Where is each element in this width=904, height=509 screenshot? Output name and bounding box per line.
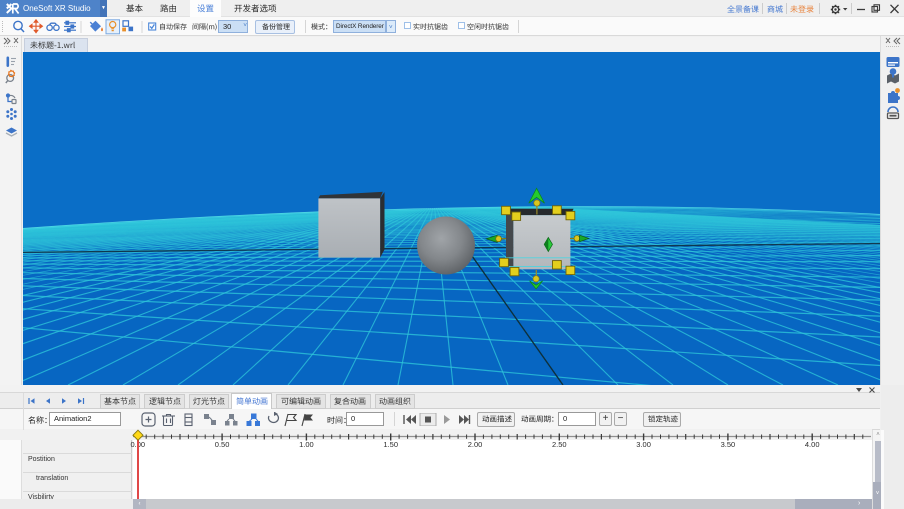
svg-text:3.50: 3.50 (721, 440, 736, 449)
svg-text:0.50: 0.50 (215, 440, 230, 449)
svg-text:3.00: 3.00 (636, 440, 651, 449)
svg-text:4.00: 4.00 (805, 440, 820, 449)
svg-text:2.00: 2.00 (468, 440, 483, 449)
svg-text:2.50: 2.50 (552, 440, 567, 449)
svg-text:1.50: 1.50 (383, 440, 398, 449)
svg-text:1.00: 1.00 (299, 440, 314, 449)
